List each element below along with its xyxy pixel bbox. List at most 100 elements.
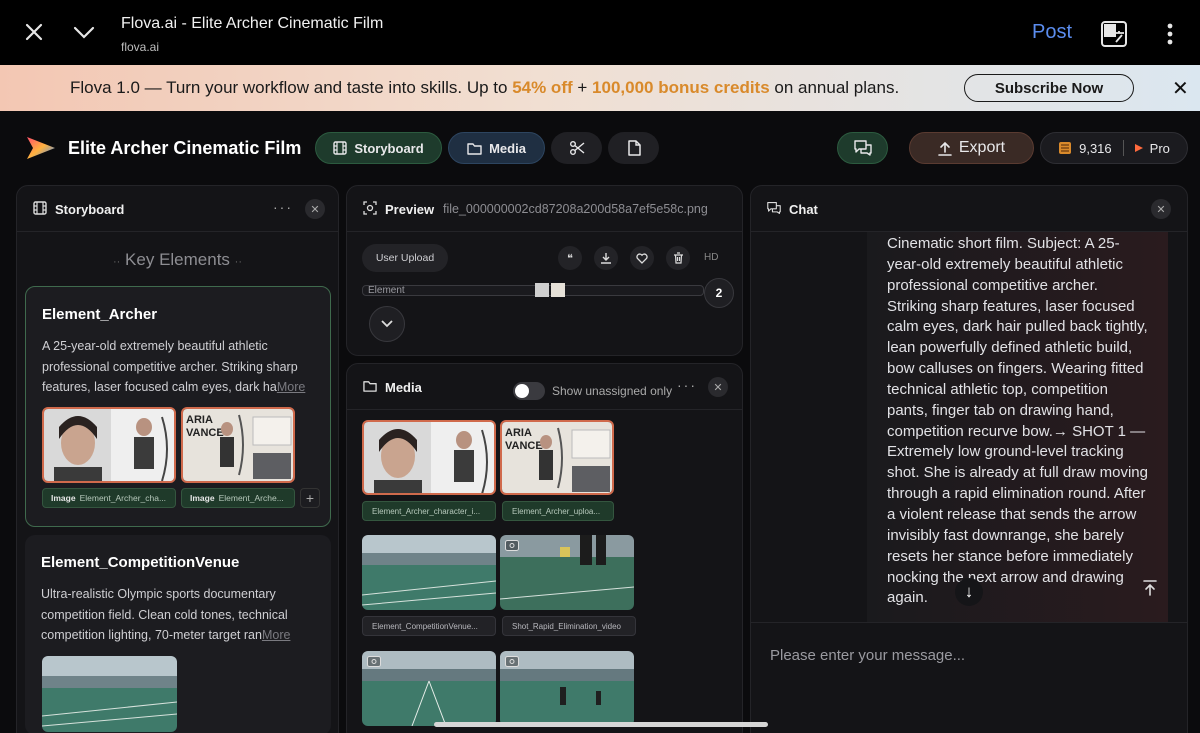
element-thumbnail[interactable]: ARIA VANCE (181, 407, 295, 483)
element-thumbnail[interactable] (42, 407, 176, 483)
scroll-down-button[interactable]: ↓ (955, 578, 983, 606)
media-video-thumbnail[interactable] (362, 651, 496, 726)
preview-panel: Preview file_000000002cd87208a200d58a7ef… (346, 185, 743, 356)
plan-label: Pro (1149, 140, 1170, 156)
chat-input-placeholder: Please enter your message... (770, 647, 966, 664)
element-count-badge[interactable]: 2 (704, 278, 734, 308)
chat-panel-header: Chat ✕ (751, 186, 1187, 232)
chat-panel-title: Chat (789, 202, 818, 217)
promo-banner: Flova 1.0 — Turn your workflow and taste… (0, 65, 1200, 111)
credits-badge[interactable]: 9,316 Pro (1040, 132, 1188, 164)
element-card[interactable]: Element_CompetitionVenue Ultra-realistic… (25, 535, 331, 733)
promo-text: Flova 1.0 — Turn your workflow and taste… (70, 78, 900, 97)
storyboard-panel: Storyboard ··· ✕ ·· Key Elements ·· Elem… (16, 185, 339, 733)
promo-discount: 54% off (512, 78, 573, 97)
chevron-down-icon (381, 320, 393, 328)
svg-text:VANCE: VANCE (186, 427, 224, 439)
chat-icon (853, 140, 872, 156)
element-thumbnail[interactable] (42, 656, 177, 732)
media-thumbnail[interactable] (362, 420, 496, 495)
more-link[interactable]: More (262, 628, 290, 642)
media-panel-header: Media Show unassigned only ··· ✕ (347, 364, 742, 410)
element-strip-thumb (535, 283, 565, 297)
scroll-to-top-icon[interactable] (1143, 580, 1157, 601)
trash-icon[interactable] (666, 246, 690, 270)
upload-icon (938, 141, 952, 156)
video-icon (505, 656, 519, 667)
project-title: Elite Archer Cinematic Film (68, 138, 302, 158)
storyboard-menu-icon[interactable]: ··· (273, 199, 293, 215)
add-image-button[interactable]: + (300, 488, 320, 508)
home-indicator (434, 722, 768, 727)
translate-icon[interactable] (1101, 21, 1127, 52)
app-header: Elite Archer Cinematic Film Storyboard M… (0, 111, 1200, 183)
chat-close-button[interactable]: ✕ (1151, 199, 1171, 219)
chat-message: Cinematic short film. Subject: A 25-year… (867, 232, 1168, 624)
media-tag[interactable]: Element_Archer_uploa... (502, 501, 614, 521)
banner-close-icon[interactable]: ✕ (1172, 76, 1189, 101)
preview-panel-title: Preview (385, 202, 435, 217)
chevron-down-icon[interactable] (73, 26, 95, 45)
media-video-thumbnail[interactable] (500, 535, 634, 610)
credits-icon (1059, 142, 1072, 154)
document-icon (627, 140, 641, 156)
element-card-title: Element_CompetitionVenue (41, 554, 240, 571)
close-icon[interactable] (24, 22, 44, 47)
media-menu-icon[interactable]: ··· (677, 377, 697, 393)
storyboard-panel-title: Storyboard (55, 202, 125, 217)
media-video-thumbnail[interactable] (500, 651, 634, 726)
heart-icon[interactable] (630, 246, 654, 270)
more-vert-icon[interactable] (1166, 23, 1174, 50)
user-upload-chip[interactable]: User Upload (362, 244, 448, 272)
tab-media[interactable]: Media (448, 132, 545, 164)
element-card-title: Element_Archer (42, 306, 158, 323)
tab-storyboard[interactable]: Storyboard (315, 132, 442, 164)
subscribe-button[interactable]: Subscribe Now (964, 74, 1134, 102)
svg-text:VANCE: VANCE (505, 440, 543, 452)
download-icon[interactable] (594, 246, 618, 270)
video-icon (367, 656, 381, 667)
media-tag[interactable]: Element_Archer_character_i... (362, 501, 496, 521)
svg-text:ARIA: ARIA (186, 414, 213, 426)
preview-icon (363, 201, 377, 215)
storyboard-panel-header: Storyboard ··· ✕ (17, 186, 338, 232)
storyboard-icon (333, 141, 348, 155)
browser-title: Flova.ai - Elite Archer Cinematic Film (121, 15, 384, 32)
media-thumbnail[interactable]: ARIA VANCE (500, 420, 614, 495)
element-card[interactable]: Element_Archer A 25-year-old extremely b… (25, 286, 331, 527)
quote-icon[interactable]: ❝ (558, 246, 582, 270)
storyboard-close-button[interactable]: ✕ (305, 199, 325, 219)
chat-icon (767, 202, 781, 214)
media-close-button[interactable]: ✕ (708, 377, 728, 397)
chat-input[interactable]: Please enter your message... (751, 622, 1187, 722)
post-button[interactable]: Post (1032, 21, 1072, 44)
folder-icon (467, 142, 482, 155)
chat-panel: Chat ✕ Cinematic short film. Subject: A … (750, 185, 1188, 733)
svg-text:ARIA: ARIA (505, 427, 532, 439)
media-panel: Media Show unassigned only ··· ✕ ARIA VAN… (346, 363, 743, 733)
chat-message-text: Cinematic short film. Subject: A 25-year… (887, 235, 1148, 607)
more-link[interactable]: More (277, 380, 305, 394)
export-button[interactable]: Export (909, 132, 1034, 164)
storyboard-icon (33, 201, 47, 215)
preview-filename: file_000000002cd87208a200d58a7ef5e58c.pn… (443, 202, 708, 216)
credits-count: 9,316 (1079, 140, 1112, 156)
folder-icon (363, 381, 377, 392)
media-thumbnail[interactable] (362, 535, 496, 610)
preview-panel-header: Preview file_000000002cd87208a200d58a7ef… (347, 186, 742, 232)
cut-tool-button[interactable] (551, 132, 602, 164)
browser-url: flova.ai (121, 40, 160, 54)
media-tag[interactable]: Element_CompetitionVenue... (362, 616, 496, 636)
hd-toggle[interactable]: HD (704, 252, 718, 263)
chat-toggle-button[interactable] (837, 132, 888, 164)
element-strip[interactable]: Element (362, 283, 704, 297)
media-panel-title: Media (385, 380, 422, 395)
browser-bar: Flova.ai - Elite Archer Cinematic Film f… (0, 0, 1200, 65)
media-tag[interactable]: Shot_Rapid_Elimination_video (502, 616, 636, 636)
document-button[interactable] (608, 132, 659, 164)
element-image-tag[interactable]: Image Element_Archer_cha... (42, 488, 176, 508)
element-image-tag[interactable]: Image Element_Arche... (181, 488, 295, 508)
scissors-icon (569, 141, 584, 155)
expand-button[interactable] (369, 306, 405, 342)
unassigned-toggle[interactable] (513, 382, 545, 400)
